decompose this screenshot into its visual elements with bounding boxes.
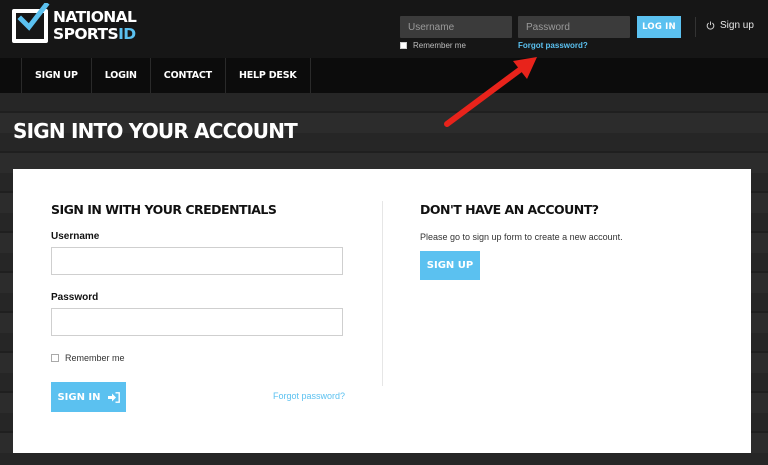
password-field[interactable]	[51, 308, 343, 336]
brand-line-1: NATIONAL	[53, 8, 137, 26]
header-login-button[interactable]: LOG IN	[637, 16, 681, 38]
remember-me-label: Remember me	[65, 353, 125, 363]
remember-me-checkbox[interactable]	[51, 354, 59, 362]
header-username-input[interactable]	[400, 16, 512, 38]
header-signup-label: Sign up	[720, 20, 754, 31]
power-icon	[706, 21, 715, 30]
username-label: Username	[51, 231, 100, 242]
username-field[interactable]	[51, 247, 343, 275]
sign-in-button-label: SIGN IN	[57, 391, 101, 403]
header-password-input[interactable]	[518, 16, 630, 38]
main-nav: SIGN UP LOGIN CONTACT HELP DESK	[0, 58, 768, 93]
header-forgot-password-link[interactable]: Forgot password?	[518, 41, 588, 50]
signin-card: SIGN IN WITH YOUR CREDENTIALS Username P…	[13, 169, 751, 453]
brand-logo[interactable]: NATIONAL SPORTSID	[12, 3, 137, 45]
remember-me[interactable]: Remember me	[51, 353, 125, 363]
brand-line-2-accent: ID	[118, 25, 136, 43]
page-title: SIGN INTO YOUR ACCOUNT	[13, 119, 298, 143]
header-remember-me[interactable]: Remember me	[400, 41, 466, 50]
sign-in-button[interactable]: SIGN IN	[51, 382, 126, 412]
header-remember-checkbox[interactable]	[400, 42, 407, 49]
nav-list: SIGN UP LOGIN CONTACT HELP DESK	[21, 58, 311, 93]
nav-item-sign-up[interactable]: SIGN UP	[21, 58, 91, 93]
header-remember-label: Remember me	[413, 41, 466, 50]
header-signup-link[interactable]: Sign up	[706, 20, 754, 31]
signin-section-title: SIGN IN WITH YOUR CREDENTIALS	[51, 202, 277, 217]
column-divider	[382, 201, 383, 386]
top-header: NATIONAL SPORTSID LOG IN Sign up Remembe…	[0, 0, 768, 58]
checkmark-logo-icon	[17, 3, 50, 31]
forgot-password-link[interactable]: Forgot password?	[273, 391, 345, 401]
brand-line-2-main: SPORTS	[53, 25, 119, 43]
nav-item-contact[interactable]: CONTACT	[149, 58, 225, 93]
brand-line-2: SPORTSID	[53, 26, 136, 43]
sign-in-arrow-icon	[107, 391, 120, 403]
nav-item-help-desk[interactable]: HELP DESK	[224, 58, 311, 93]
register-section-title: DON'T HAVE AN ACCOUNT?	[420, 202, 599, 217]
annotation-arrow-icon	[444, 57, 537, 127]
nav-item-login[interactable]: LOGIN	[90, 58, 150, 93]
header-divider	[695, 17, 696, 37]
sign-up-button[interactable]: SIGN UP	[420, 251, 480, 280]
register-description: Please go to sign up form to create a ne…	[420, 232, 623, 242]
brand-name: NATIONAL SPORTSID	[53, 8, 137, 43]
password-label: Password	[51, 292, 99, 303]
